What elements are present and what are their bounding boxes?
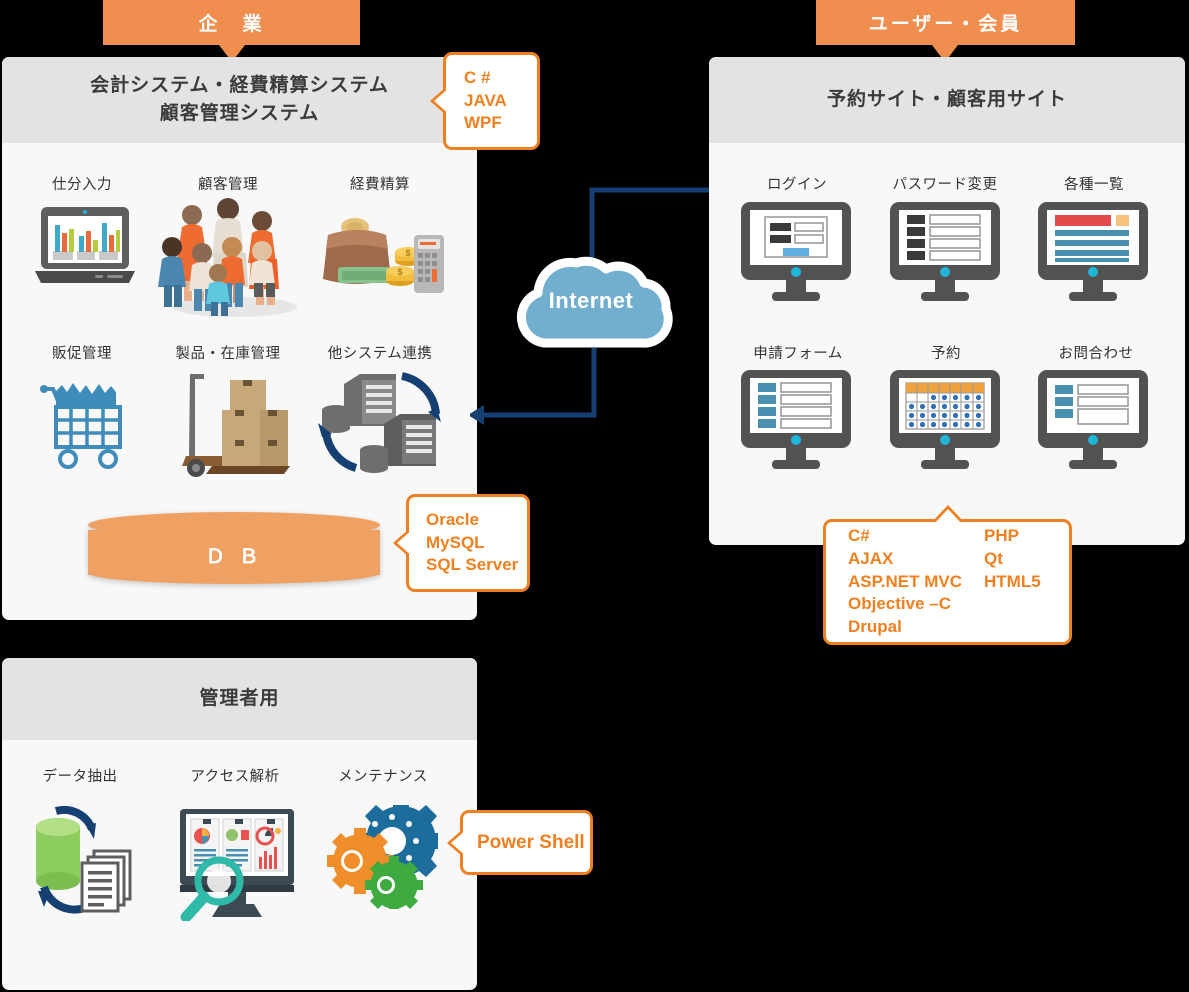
- callout-web-tech-c1-0: C#: [848, 525, 870, 545]
- callout-web-tech-c1-2: ASP.NET MVC: [848, 571, 962, 591]
- db-label-front: Ｄ Ｂ: [205, 545, 263, 568]
- panel-user-title: 予約サイト・顧客用サイト: [826, 89, 1067, 111]
- item-label-password: パスワード変更: [892, 177, 998, 193]
- tab-enterprise[interactable]: 企 業: [103, 0, 360, 45]
- tab-user[interactable]: ユーザー・会員: [816, 0, 1075, 45]
- callout-web-tech-c1-4: Drupal: [848, 617, 902, 637]
- item-label-form: 申請フォーム: [753, 346, 843, 362]
- callout-enterprise-tech-line-1: JAVA: [464, 90, 507, 110]
- callout-admin-tech-line-0: Power Shell: [477, 831, 585, 853]
- database-documents-icon: [20, 805, 140, 917]
- item-label-maintenance: メンテナンス: [338, 769, 428, 785]
- callout-db-tech: Oracle MySQL SQL Server: [393, 494, 530, 592]
- shopping-cart-icon: [36, 375, 138, 471]
- callout-db-tech-notch: [393, 529, 413, 557]
- callout-enterprise-tech-notch: [430, 87, 450, 115]
- callout-web-tech-c1-1: AJAX: [848, 548, 894, 568]
- panel-enterprise-header: 会計システム・経費精算システム 顧客管理システム: [2, 57, 477, 143]
- tab-user-label: ユーザー・会員: [868, 14, 1023, 35]
- callout-web-tech-c2-1: Qt: [984, 548, 1003, 568]
- callout-web-tech-c2-2: HTML5: [984, 571, 1041, 591]
- boxes-handtruck-icon: [172, 368, 292, 480]
- item-label-listings: 各種一覧: [1064, 177, 1124, 193]
- item-label-hansoku: 販促管理: [52, 346, 112, 362]
- tab-enterprise-label: 企 業: [198, 14, 265, 35]
- callout-enterprise-tech-line-0: C #: [464, 67, 491, 87]
- panel-enterprise-title: 会計システム・経費精算システム 顧客管理システム: [90, 72, 389, 127]
- item-label-reserve: 予約: [931, 346, 961, 362]
- monitor-contact-icon: [1036, 370, 1150, 475]
- monitor-calendar-icon: [888, 370, 1002, 475]
- callout-enterprise-tech-line-2: WPF: [464, 113, 502, 133]
- callout-web-tech: C# AJAX ASP.NET MVC Objective –C Drupal …: [823, 505, 1072, 645]
- item-label-access-analysis: アクセス解析: [190, 769, 280, 785]
- db-cylinder: Ｄ Ｂ Ｄ Ｂ: [88, 512, 380, 584]
- item-label-keihi: 経費精算: [350, 177, 410, 193]
- item-label-shiwake: 仕分入力: [52, 177, 112, 193]
- item-label-zaiko: 製品・在庫管理: [175, 346, 281, 362]
- callout-web-tech-c2-0: PHP: [984, 525, 1019, 545]
- callout-admin-tech-notch: [447, 828, 467, 857]
- svg-text:$: $: [397, 267, 402, 277]
- callout-db-tech-line-2: SQL Server: [426, 555, 519, 575]
- panel-admin-header: 管理者用: [2, 658, 477, 740]
- panel-user-header: 予約サイト・顧客用サイト: [709, 57, 1185, 143]
- monitor-table-icon: [1036, 202, 1150, 307]
- callout-enterprise-tech: C # JAVA WPF: [430, 52, 540, 150]
- servers-sync-icon: [310, 368, 450, 480]
- internet-cloud: Internet: [492, 243, 690, 361]
- callout-admin-tech: Power Shell: [447, 810, 593, 875]
- callout-web-tech-c1-3: Objective –C: [848, 594, 951, 614]
- item-label-contact: お問合わせ: [1058, 346, 1134, 362]
- panel-enterprise-title-line1: 会計システム・経費精算システム: [90, 75, 389, 97]
- monitor-list-icon: [888, 202, 1002, 307]
- gears-icon: [326, 805, 438, 909]
- item-label-login: ログイン: [767, 177, 827, 193]
- monitor-login-icon: [739, 202, 853, 307]
- laptop-chart-icon: [33, 205, 137, 293]
- callout-db-tech-line-1: MySQL: [426, 532, 485, 552]
- item-label-data-extract: データ抽出: [42, 769, 118, 785]
- callout-web-tech-notch: [931, 505, 964, 526]
- monitor-form-icon: [739, 370, 853, 475]
- monitor-magnifier-icon: [172, 805, 302, 921]
- item-label-renkei: 他システム連携: [327, 346, 433, 362]
- svg-text:$: $: [405, 248, 410, 258]
- internet-cloud-label: Internet: [548, 288, 634, 313]
- item-label-kokyaku: 顧客管理: [198, 177, 258, 193]
- panel-enterprise-title-line2: 顧客管理システム: [159, 103, 320, 124]
- panel-admin-title: 管理者用: [199, 688, 280, 710]
- people-group-icon: [150, 195, 310, 325]
- db-cylinder-face: Ｄ Ｂ: [88, 534, 380, 574]
- wallet-calculator-icon: $ $: [322, 205, 446, 305]
- callout-db-tech-line-0: Oracle: [426, 509, 479, 529]
